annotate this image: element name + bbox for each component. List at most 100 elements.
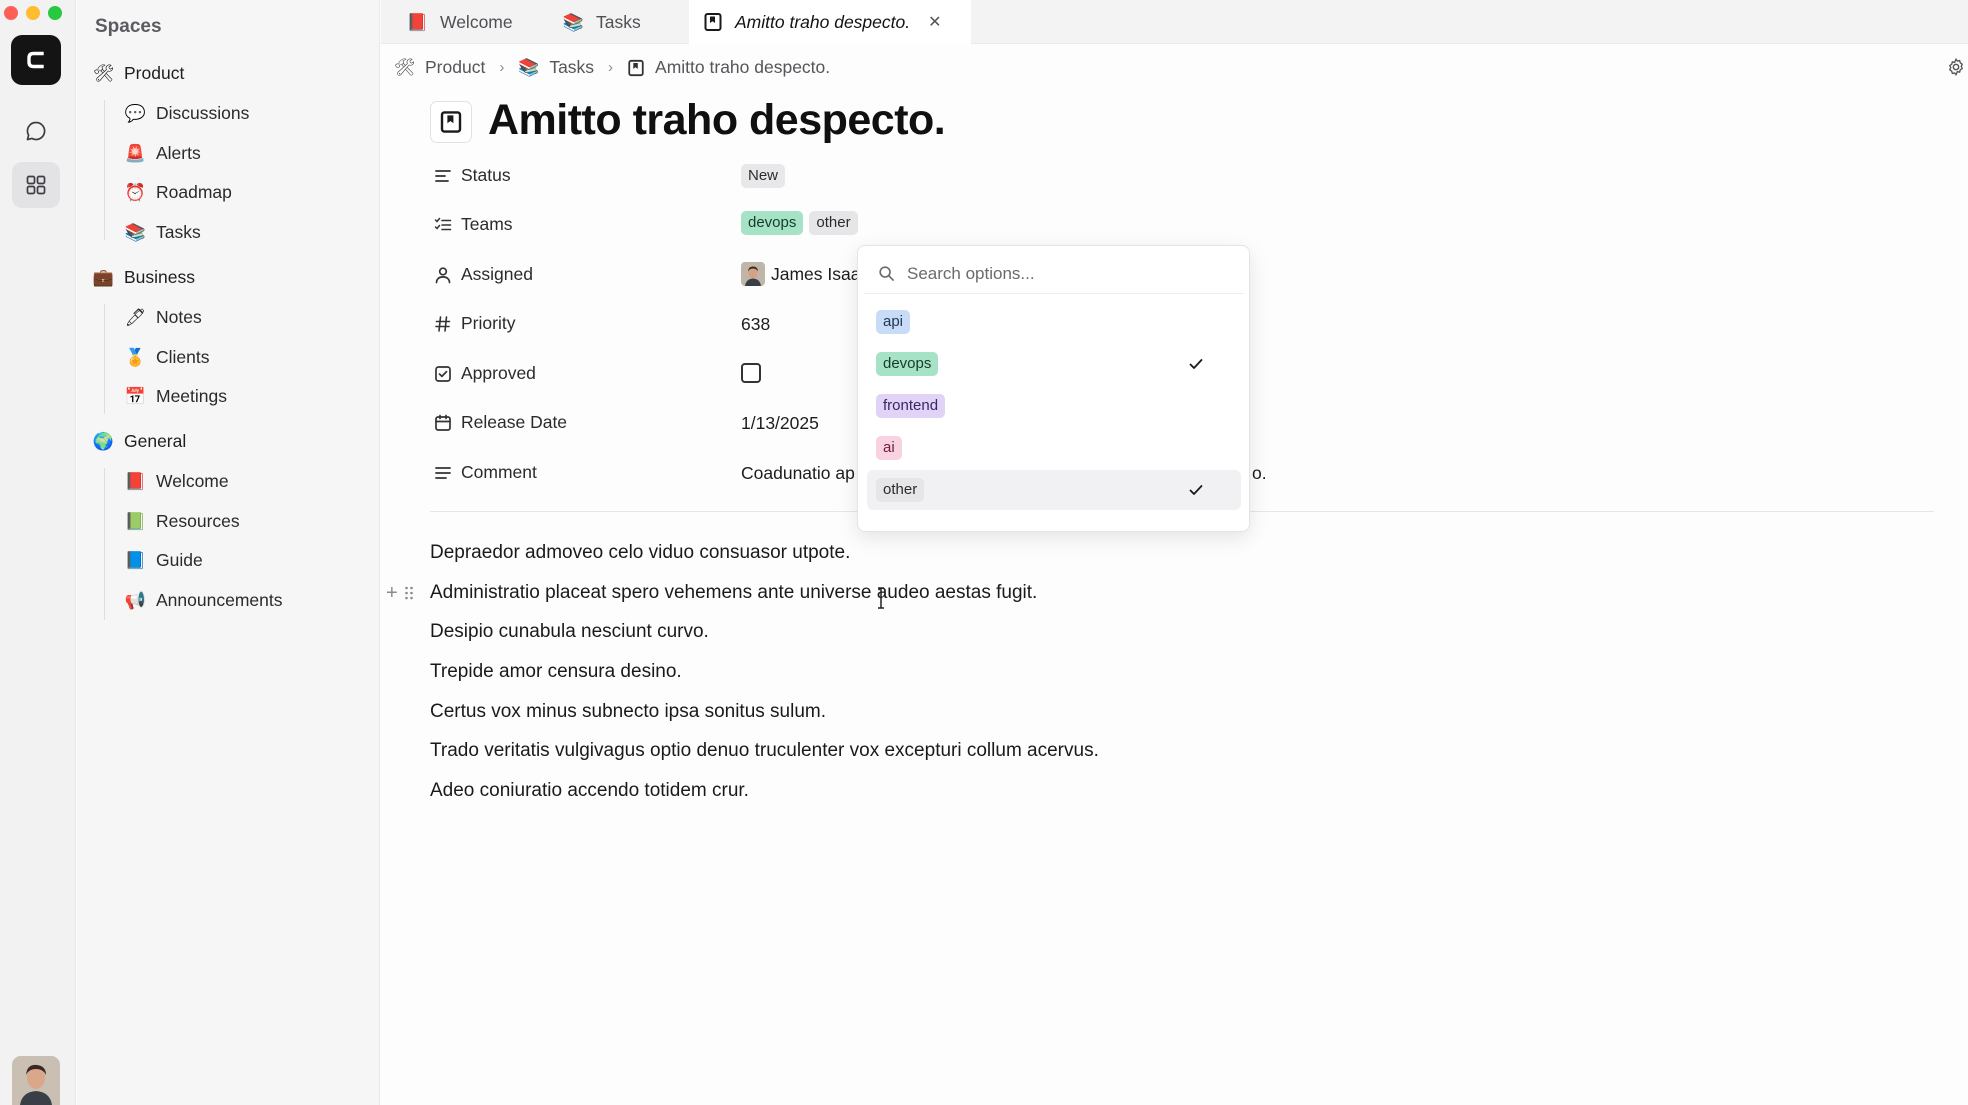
sidebar-item-resources[interactable]: 📗 Resources <box>125 511 240 532</box>
chat-bubble-icon <box>26 121 46 141</box>
sidebar-item-welcome[interactable]: 📕 Welcome <box>125 471 229 492</box>
breadcrumb-item-tasks[interactable]: Tasks <box>549 57 594 78</box>
property-label-text: Status <box>461 165 511 185</box>
drag-handle-icon[interactable] <box>404 585 414 601</box>
sidebar-item-tasks[interactable]: 📚 Tasks <box>125 222 201 243</box>
page-title[interactable]: Amitto traho despecto. <box>488 96 946 145</box>
property-teams-label[interactable]: Teams <box>434 214 513 235</box>
sidebar-item-label: Meetings <box>156 386 228 406</box>
page-icon-button[interactable] <box>430 101 472 143</box>
settings-button[interactable] <box>1946 57 1966 82</box>
property-label-text: Teams <box>461 214 513 234</box>
option-other[interactable]: other <box>867 470 1241 510</box>
property-comment-value[interactable]: Coadunatio ap <box>741 463 855 484</box>
sidebar-item-notes[interactable]: 🖊 Notes <box>125 307 202 328</box>
property-priority-value[interactable]: 638 <box>741 314 770 335</box>
spaces-sidebar: Spaces 🛠 Product 💬 Discussions 🚨 Alerts … <box>77 0 380 1105</box>
tab-welcome[interactable]: 📕 Welcome <box>393 0 549 44</box>
property-comment-tail: o. <box>1252 463 1267 483</box>
sidebar-item-label: Guide <box>156 550 203 570</box>
gear-icon <box>1949 58 1963 76</box>
tree-guide-line <box>104 304 105 414</box>
property-assigned-label[interactable]: Assigned <box>434 264 533 285</box>
app-logo[interactable] <box>11 35 61 85</box>
sidebar-item-label: Tasks <box>156 222 201 242</box>
property-comment-label[interactable]: Comment <box>434 462 537 483</box>
sidebar-group-business[interactable]: 💼 Business <box>93 267 195 288</box>
icon-rail <box>0 0 76 1105</box>
sidebar-group-label: Business <box>124 267 196 287</box>
search-options-input[interactable] <box>907 263 1207 284</box>
breadcrumb-item-current[interactable]: Amitto traho despecto. <box>655 57 830 78</box>
add-block-icon[interactable]: + <box>386 583 398 603</box>
pen-icon: 🖊 <box>124 308 147 327</box>
spaces-rail-button[interactable] <box>12 162 60 208</box>
sidebar-item-meetings[interactable]: 📅 Meetings <box>125 386 227 407</box>
grid-icon <box>26 175 46 195</box>
checklist-icon <box>434 217 452 230</box>
sidebar-item-clients[interactable]: 🏅 Clients <box>125 347 210 368</box>
options-search <box>864 254 1244 294</box>
property-release-date-value[interactable]: 1/13/2025 <box>741 413 819 434</box>
paragraph-5[interactable]: Certus vox minus subnecto ipsa sonitus s… <box>430 701 826 723</box>
team-tag-other: other <box>809 211 858 235</box>
sidebar-item-announcements[interactable]: 📢 Announcements <box>124 590 283 611</box>
paragraph-4[interactable]: Trepide amor censura desino. <box>430 661 682 683</box>
search-icon <box>879 266 894 281</box>
megaphone-icon: 📢 <box>124 591 147 610</box>
maximize-window-button[interactable] <box>48 6 62 20</box>
property-status-value[interactable]: New <box>741 164 786 188</box>
teams-options-dropdown: api devops frontend ai other <box>857 245 1250 532</box>
sidebar-item-label: Roadmap <box>156 182 232 202</box>
property-status-label[interactable]: Status <box>434 165 511 186</box>
paragraph-2[interactable]: Administratio placeat spero vehemens ant… <box>430 582 1037 604</box>
property-label-text: Assigned <box>461 264 533 284</box>
option-ai[interactable]: ai <box>867 428 1241 468</box>
paragraph-7[interactable]: Adeo coniuratio accendo totidem crur. <box>430 780 749 802</box>
red-book-icon: 📕 <box>406 12 429 32</box>
chat-rail-button[interactable] <box>12 108 60 154</box>
approved-checkbox[interactable] <box>741 363 761 383</box>
property-assigned-value[interactable]: James Isaa <box>741 262 860 286</box>
sidebar-item-guide[interactable]: 📘 Guide <box>125 550 203 571</box>
property-priority-label[interactable]: Priority <box>434 313 515 334</box>
close-window-button[interactable] <box>4 6 18 20</box>
breadcrumb: 🛠 Product › 📚 Tasks › Amitto traho despe… <box>394 57 830 78</box>
breadcrumb-item-product[interactable]: Product <box>425 57 485 78</box>
books-icon: 📚 <box>518 58 540 77</box>
sidebar-item-label: Discussions <box>156 103 250 123</box>
paragraph-1[interactable]: Depraedor admoveo celo viduo consuasor u… <box>430 542 850 564</box>
property-teams-value[interactable]: devops other <box>741 211 858 235</box>
sidebar-item-label: Resources <box>156 511 240 531</box>
option-tag: frontend <box>876 394 946 418</box>
option-devops[interactable]: devops <box>867 344 1241 384</box>
sidebar-item-label: Clients <box>156 347 210 367</box>
property-approved-label[interactable]: Approved <box>434 363 536 384</box>
option-frontend[interactable]: frontend <box>867 386 1241 426</box>
blue-book-icon: 📘 <box>124 551 147 570</box>
sidebar-item-roadmap[interactable]: ⏰ Roadmap <box>125 182 232 203</box>
tab-tasks[interactable]: 📚 Tasks <box>549 0 689 44</box>
close-tab-icon[interactable]: ✕ <box>928 12 941 32</box>
sidebar-group-label: Product <box>124 63 185 83</box>
speech-bubble-icon: 💬 <box>124 104 147 123</box>
sidebar-item-alerts[interactable]: 🚨 Alerts <box>125 143 201 164</box>
minimize-window-button[interactable] <box>26 6 40 20</box>
property-release-date-label[interactable]: Release Date <box>434 412 567 433</box>
option-tag: api <box>876 310 911 334</box>
sidebar-item-discussions[interactable]: 💬 Discussions <box>125 103 249 124</box>
user-avatar[interactable] <box>12 1056 60 1105</box>
sidebar-group-general[interactable]: 🌍 General <box>93 431 186 452</box>
sidebar-group-product[interactable]: 🛠 Product <box>93 63 185 84</box>
paragraph-3[interactable]: Desipio cunabula nesciunt curvo. <box>430 621 709 643</box>
tab-amitto-traho-despecto[interactable]: Amitto traho despecto. ✕ <box>689 0 971 44</box>
option-api[interactable]: api <box>867 302 1241 342</box>
tab-label: Amitto traho despecto. <box>735 11 911 32</box>
paragraph-6[interactable]: Trado veritatis vulgivagus optio denuo t… <box>430 740 1099 762</box>
checkbox-property-icon <box>435 365 451 382</box>
sidebar-item-label: Alerts <box>156 143 201 163</box>
hash-icon <box>435 315 451 332</box>
chevron-right-icon: › <box>499 59 505 76</box>
text-lines-icon <box>435 466 451 479</box>
person-icon <box>435 266 451 283</box>
